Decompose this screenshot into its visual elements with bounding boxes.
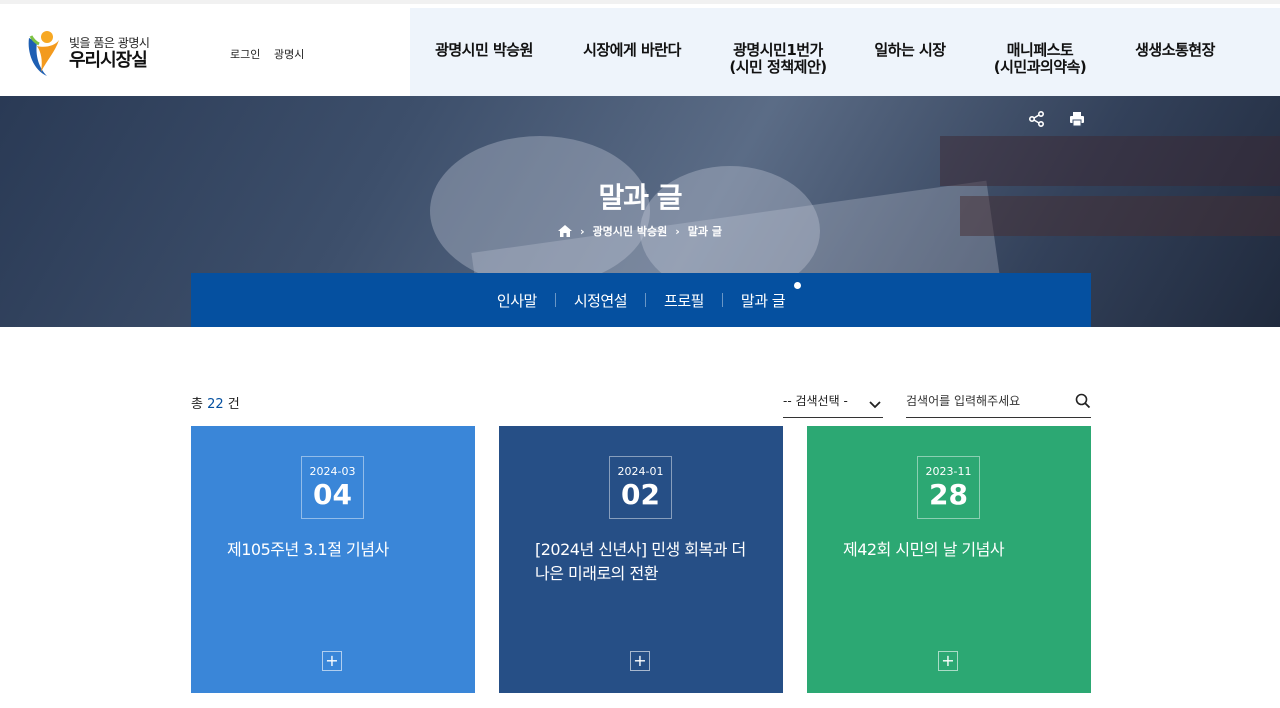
active-indicator-dot [794, 281, 802, 289]
plus-icon[interactable]: + [938, 651, 958, 671]
logo-mark-icon [25, 30, 61, 78]
chevron-right-icon: › [580, 224, 585, 238]
card-title: 제105주년 3.1절 기념사 [227, 540, 389, 559]
count-suffix: 건 [227, 397, 240, 412]
site-header: 빛을 품은 광명시 우리시장실 로그인 광명시 광명시민 박승원 시장에게 바란… [0, 0, 1280, 100]
page-title: 말과 글 [598, 181, 682, 214]
speech-card[interactable]: 2024-01 02 [2024년 신년사] 민생 회복과 더 나은 미래로의 … [499, 426, 783, 693]
nav-item-citizen-proposal[interactable]: 광명시민1번가 (시민 정책제안) [726, 41, 830, 77]
nav-item-label: 생생소통현장 [1135, 41, 1215, 59]
logo-title: 우리시장실 [69, 49, 148, 71]
card-date: 2024-03 04 [301, 456, 364, 519]
nav-item-ask-mayor[interactable]: 시장에게 바란다 [580, 41, 684, 59]
nav-item-working-mayor[interactable]: 일하는 시장 [870, 41, 950, 59]
sub-nav-words-writings[interactable]: 말과 글 [723, 281, 803, 311]
breadcrumb-item-current[interactable]: 말과 글 [688, 223, 722, 239]
card-day: 28 [929, 478, 968, 511]
sub-nav: 인사말 시정연설 프로필 말과 글 [191, 273, 1091, 327]
search-input[interactable] [906, 390, 1091, 418]
nav-item-label: 시장에게 바란다 [583, 41, 681, 59]
card-title: [2024년 신년사] 민생 회복과 더 나은 미래로의 전환 [535, 540, 746, 583]
total-count: 총 22 건 [191, 393, 240, 412]
count-prefix: 총 [191, 397, 203, 412]
card-day: 04 [313, 478, 352, 511]
search-icon[interactable] [1075, 393, 1091, 409]
nav-item-communication[interactable]: 생생소통현장 [1130, 41, 1220, 59]
card-date: 2024-01 02 [609, 456, 672, 519]
breadcrumb-item[interactable]: 광명시민 박승원 [593, 223, 668, 239]
card-year-month: 2023-11 [925, 465, 972, 478]
speech-card[interactable]: 2024-03 04 제105주년 3.1절 기념사 + [191, 426, 475, 693]
nav-item-label: 매니페스토 [1006, 41, 1074, 59]
logo-subtitle: 빛을 품은 광명시 [69, 35, 150, 50]
gwangmyeong-link[interactable]: 광명시 [274, 46, 304, 62]
chevron-right-icon: › [675, 224, 680, 238]
page-tools [1028, 110, 1086, 128]
card-title: 제42회 시민의 날 기념사 [843, 540, 1005, 559]
site-logo[interactable]: 빛을 품은 광명시 우리시장실 [25, 28, 175, 80]
nav-item-label: 광명시민 박승원 [435, 41, 533, 59]
card-day: 02 [621, 478, 660, 511]
speech-card[interactable]: 2023-11 28 제42회 시민의 날 기념사 + [807, 426, 1091, 693]
chevron-down-icon [869, 395, 881, 409]
search-select-value: -- 검색선택 - [783, 394, 848, 408]
card-year-month: 2024-01 [617, 465, 664, 478]
nav-item-sublabel: (시민과의약속) [993, 58, 1087, 77]
count-value: 22 [207, 397, 224, 412]
card-year-month: 2024-03 [309, 465, 356, 478]
main-nav: 광명시민 박승원 시장에게 바란다 광명시민1번가 (시민 정책제안) 일하는 … [410, 8, 1280, 100]
sub-nav-speech[interactable]: 시정연설 [556, 290, 645, 311]
search-type-select[interactable]: -- 검색선택 - [783, 390, 883, 418]
print-icon[interactable] [1068, 110, 1086, 128]
sub-nav-label: 말과 글 [740, 291, 786, 310]
nav-item-manifesto[interactable]: 매니페스토 (시민과의약속) [990, 41, 1090, 77]
card-date: 2023-11 28 [917, 456, 980, 519]
plus-icon[interactable]: + [322, 651, 342, 671]
home-icon[interactable] [558, 225, 573, 237]
nav-item-mayor-profile[interactable]: 광명시민 박승원 [434, 41, 534, 59]
login-link[interactable]: 로그인 [230, 46, 260, 62]
plus-icon[interactable]: + [630, 651, 650, 671]
share-icon[interactable] [1028, 110, 1046, 128]
nav-item-sublabel: (시민 정책제안) [729, 58, 827, 77]
nav-item-label: 광명시민1번가 [733, 41, 823, 59]
page-visual-banner: 말과 글 › 광명시민 박승원 › 말과 글 인사말 시정연설 프로필 말과 글 [0, 96, 1280, 327]
sub-nav-greeting[interactable]: 인사말 [479, 290, 555, 311]
nav-item-label: 일하는 시장 [874, 41, 946, 59]
breadcrumb: › 광명시민 박승원 › 말과 글 [0, 223, 1280, 239]
sub-nav-profile[interactable]: 프로필 [646, 290, 722, 311]
